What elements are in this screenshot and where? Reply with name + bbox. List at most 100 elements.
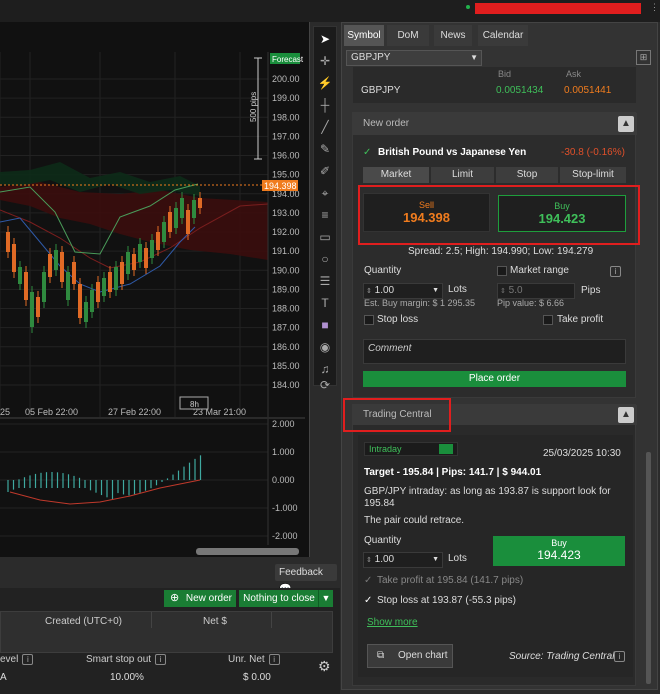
market-range-checkbox[interactable] bbox=[497, 266, 507, 276]
check-icon[interactable]: ✓ bbox=[364, 595, 372, 606]
tab-symbol[interactable]: Symbol bbox=[344, 25, 384, 46]
price-tick-label: 188.00 bbox=[272, 304, 300, 314]
tab-stop[interactable]: Stop bbox=[496, 167, 558, 183]
pip-value-info: Pip value: $ 6.66 bbox=[497, 298, 565, 308]
candle-body bbox=[102, 278, 106, 296]
price-chart[interactable]: 200.00 199.00 198.00 197.00 196.00 195.00 194.… bbox=[0, 22, 310, 557]
tc-target: Target - 195.84 | Pips: 141.7 | $ 944.01 bbox=[364, 467, 542, 478]
camera-icon[interactable]: ◉ bbox=[314, 337, 336, 357]
candle-body bbox=[198, 198, 202, 208]
connection-status-dot bbox=[466, 5, 470, 9]
stepper-arrows-icon: ⇕ bbox=[366, 557, 372, 564]
fibonacci-icon[interactable]: ≡ bbox=[314, 205, 336, 225]
date-label: 27 Feb 22:00 bbox=[108, 407, 161, 417]
price-tick-label: 189.00 bbox=[272, 284, 300, 294]
chart-scrollbar[interactable] bbox=[196, 548, 299, 555]
place-order-button[interactable]: Place order bbox=[363, 371, 626, 387]
tc-quantity-stepper[interactable]: ⇕ 1.00 ▼ bbox=[363, 552, 443, 568]
layout-settings-icon[interactable]: ⊞ bbox=[636, 50, 651, 65]
candle-body bbox=[96, 282, 100, 302]
tc-source: Source: Trading Central bbox=[509, 651, 615, 662]
stop-loss-label: Stop loss bbox=[377, 314, 419, 325]
tab-stop-limit[interactable]: Stop-limit bbox=[560, 167, 626, 183]
candle-body bbox=[60, 252, 64, 282]
chart-canvas[interactable]: 200.00 199.00 198.00 197.00 196.00 195.00194.… bbox=[0, 22, 310, 557]
candle-body bbox=[108, 272, 112, 292]
tc-buy-button[interactable]: Buy 194.423 bbox=[493, 536, 625, 566]
levels-icon[interactable]: ☰ bbox=[314, 271, 336, 291]
candle-body bbox=[192, 200, 196, 218]
info-icon[interactable]: i bbox=[614, 651, 625, 662]
range-stepper[interactable]: ⇕ 5.0 bbox=[497, 283, 575, 299]
info-icon: i bbox=[268, 654, 280, 665]
candle-body bbox=[114, 267, 118, 290]
col-created: Created (UTC+0) bbox=[45, 616, 122, 627]
new-order-button[interactable]: ⊕ New order bbox=[164, 590, 236, 607]
candle-body bbox=[180, 198, 184, 218]
new-order-header[interactable]: New order bbox=[353, 113, 637, 135]
candle-body bbox=[18, 267, 22, 284]
tab-limit[interactable]: Limit bbox=[431, 167, 494, 183]
forecast-tag: Forecast bbox=[272, 55, 304, 64]
menu-dots-icon[interactable]: ⋮ bbox=[650, 2, 659, 13]
candle-body bbox=[78, 284, 82, 318]
quote-box: Bid Ask GBPJPY 0.0051434 0.0051441 bbox=[353, 67, 636, 103]
sell-buy-highlight bbox=[358, 185, 640, 245]
candle-body bbox=[66, 272, 70, 300]
row-a: A bbox=[0, 672, 7, 683]
time-marker: 8h bbox=[190, 400, 199, 409]
chevron-up-icon[interactable]: ▲ bbox=[618, 116, 634, 132]
color-swatch-icon[interactable]: ■ bbox=[314, 315, 336, 335]
trend-line-icon[interactable]: ╱ bbox=[314, 117, 336, 137]
circle-icon[interactable]: ○ bbox=[314, 249, 336, 269]
take-profit-checkbox[interactable] bbox=[543, 315, 553, 325]
chevron-up-icon[interactable]: ▲ bbox=[618, 407, 634, 423]
feedback-label: Feedback bbox=[279, 567, 323, 578]
comment-field[interactable]: Comment bbox=[363, 339, 626, 364]
candle-body bbox=[54, 250, 58, 270]
crosshair-icon[interactable]: ✛ bbox=[314, 51, 336, 71]
candle-body bbox=[84, 302, 88, 322]
pen-icon[interactable]: ✐ bbox=[314, 161, 336, 181]
col-level: evel i bbox=[0, 654, 34, 665]
open-chart-button[interactable]: ⧉ Open chart bbox=[367, 644, 453, 668]
tc-stop-loss: Stop loss at 193.87 (-55.3 pips) bbox=[377, 595, 516, 606]
stop-loss-checkbox[interactable] bbox=[364, 315, 374, 325]
timeframe-toggle[interactable]: Intraday bbox=[364, 442, 458, 456]
info-icon[interactable]: i bbox=[610, 266, 621, 277]
tab-market[interactable]: Market bbox=[363, 167, 429, 183]
right-panel-scrollbar[interactable] bbox=[646, 452, 651, 684]
price-tick-label: 200.00 bbox=[272, 74, 300, 84]
gear-icon[interactable]: ⚙ bbox=[318, 658, 331, 675]
tab-news[interactable]: News bbox=[434, 25, 472, 46]
col-unr-net: Unr. Net i bbox=[228, 654, 280, 665]
cursor-icon[interactable]: ➤ bbox=[314, 29, 336, 49]
candle-body bbox=[132, 254, 136, 270]
osc-tick-label: 2.000 bbox=[272, 419, 295, 429]
quantity-label: Quantity bbox=[364, 265, 402, 276]
crosshair-line-icon[interactable]: ┼ bbox=[314, 95, 336, 115]
nothing-to-close-button[interactable]: Nothing to close bbox=[239, 590, 319, 607]
chevron-down-icon[interactable]: ▼ bbox=[318, 590, 333, 607]
info-icon: i bbox=[155, 654, 167, 665]
col-net: Net $ bbox=[203, 616, 227, 627]
market-range-label: Market range bbox=[510, 265, 569, 276]
tab-calendar[interactable]: Calendar bbox=[478, 25, 528, 46]
symbol-select[interactable]: GBPJPY ▼ bbox=[346, 50, 482, 66]
candle-body bbox=[90, 290, 94, 312]
row-unr-net: $ 0.00 bbox=[243, 672, 271, 683]
price-tick-label: 184.00 bbox=[272, 380, 300, 390]
quantity-stepper[interactable]: ⇕ 1.00 ▼ bbox=[363, 283, 443, 299]
replay-icon[interactable]: ⟳ bbox=[314, 375, 336, 395]
brush-icon[interactable]: ✎ bbox=[314, 139, 336, 159]
feedback-button[interactable]: Feedback 💬 bbox=[275, 564, 337, 595]
zigzag-icon[interactable]: ⚡ bbox=[314, 73, 336, 93]
candle-body bbox=[186, 210, 190, 234]
marker-icon[interactable]: ⌖ bbox=[314, 183, 336, 203]
tab-dom[interactable]: DoM bbox=[387, 25, 429, 46]
new-order-icon: ⊕ bbox=[170, 592, 180, 604]
text-icon[interactable]: T bbox=[314, 293, 336, 313]
price-tick-label: 186.00 bbox=[272, 342, 300, 352]
show-more-link[interactable]: Show more bbox=[367, 617, 418, 628]
rectangle-icon[interactable]: ▭ bbox=[314, 227, 336, 247]
